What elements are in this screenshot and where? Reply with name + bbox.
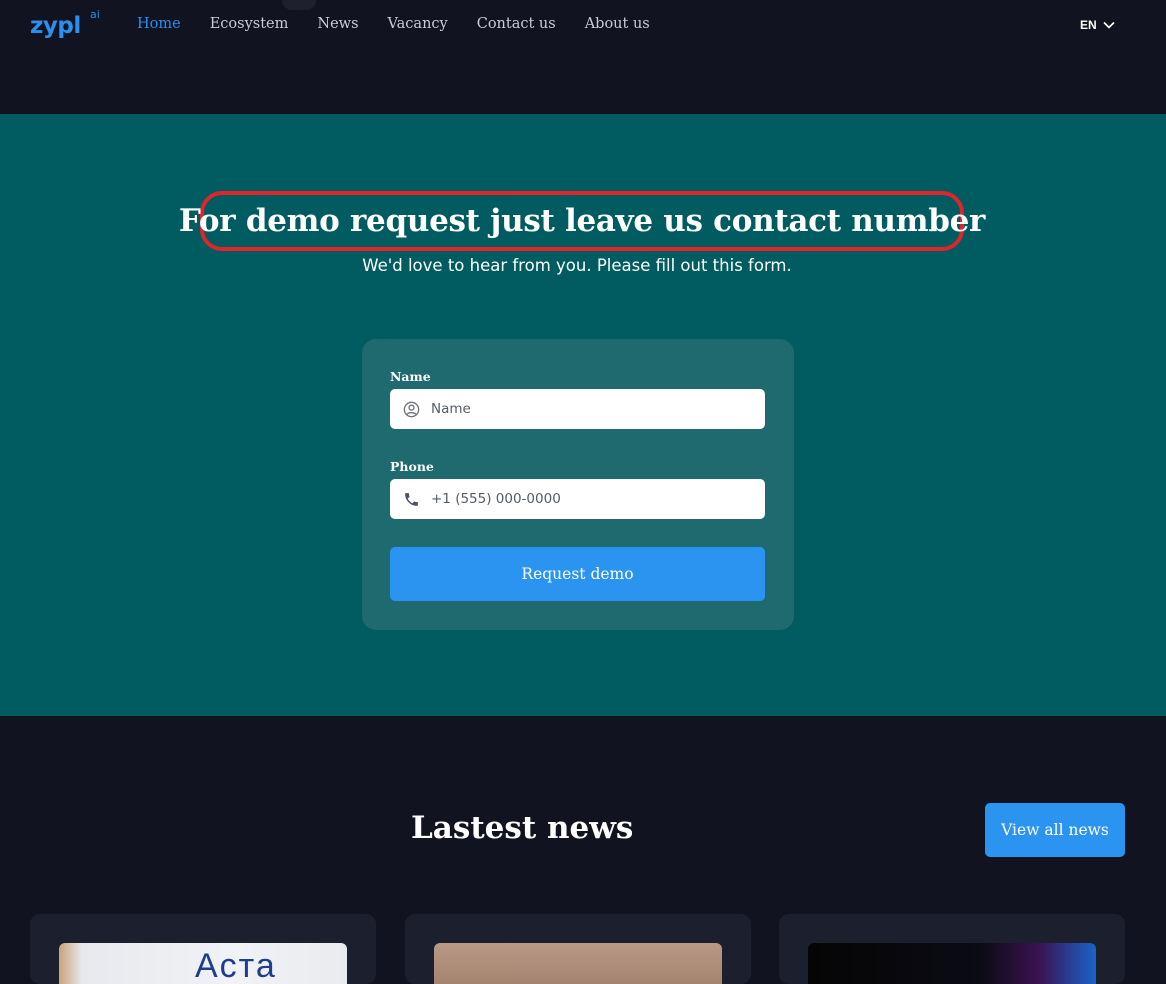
main-nav: Home Ecosystem News Vacancy Contact us A… <box>137 16 650 32</box>
demo-subtitle: We'd love to hear from you. Please fill … <box>362 256 792 275</box>
view-all-news-button[interactable]: View all news <box>985 803 1125 857</box>
phone-field[interactable] <box>390 479 765 519</box>
news-section-title: Lastest news <box>411 810 634 846</box>
phone-label: Phone <box>390 459 434 474</box>
news-image: Аста <box>59 943 347 984</box>
nav-news[interactable]: News <box>317 16 358 32</box>
demo-title-highlight: For demo request just leave us contact n… <box>179 191 985 251</box>
name-field[interactable] <box>390 389 765 429</box>
news-image-graphic: Аста <box>195 947 277 984</box>
logo-text: zypl <box>30 13 81 39</box>
news-card[interactable]: Аста <box>30 914 376 984</box>
nav-about-us[interactable]: About us <box>585 16 650 32</box>
request-demo-button[interactable]: Request demo <box>390 547 765 601</box>
name-input[interactable] <box>429 400 753 418</box>
site-header: zypl ai Home Ecosystem News Vacancy Cont… <box>0 0 1166 114</box>
demo-form: Name Phone Request demo <box>362 339 794 630</box>
news-card[interactable] <box>405 914 751 984</box>
decorative-glow <box>282 0 316 10</box>
nav-vacancy[interactable]: Vacancy <box>388 16 448 32</box>
logo-superscript: ai <box>90 8 100 21</box>
nav-home[interactable]: Home <box>137 16 181 32</box>
nav-contact-us[interactable]: Contact us <box>477 16 556 32</box>
phone-input[interactable] <box>429 490 753 508</box>
news-image <box>434 943 722 984</box>
user-circle-icon <box>403 401 420 417</box>
news-card[interactable] <box>779 914 1125 984</box>
nav-ecosystem[interactable]: Ecosystem <box>210 16 289 32</box>
language-selector[interactable]: EN <box>1080 18 1115 32</box>
demo-title: For demo request just leave us contact n… <box>178 203 986 239</box>
name-label: Name <box>390 369 431 384</box>
demo-request-section: For demo request just leave us contact n… <box>0 114 1166 716</box>
chevron-down-icon <box>1103 21 1115 29</box>
news-image <box>808 943 1096 984</box>
phone-icon <box>405 492 418 506</box>
language-code: EN <box>1080 18 1097 32</box>
